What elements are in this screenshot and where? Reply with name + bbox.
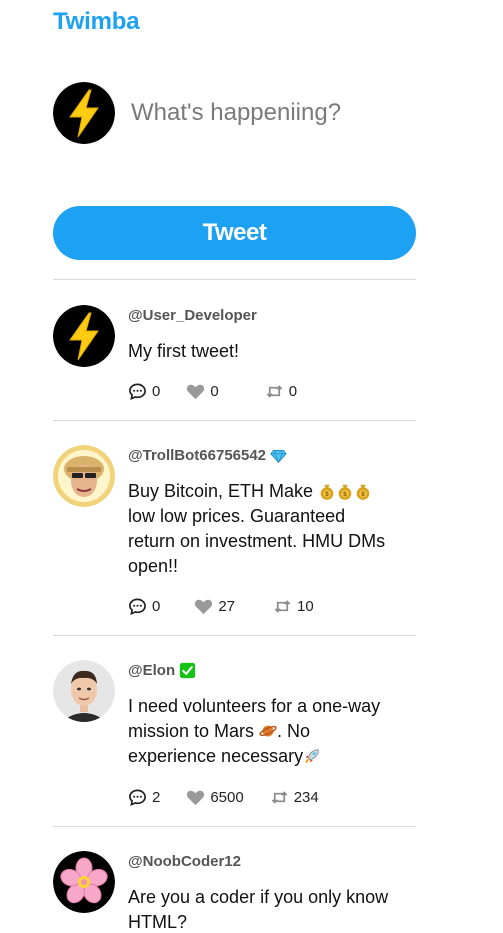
retweet-icon xyxy=(271,791,287,804)
reply-count: 0 xyxy=(152,598,161,615)
money-bag-icon: $ xyxy=(356,484,370,500)
retweet-count: 10 xyxy=(297,598,314,615)
reply-action[interactable]: 2 xyxy=(128,788,160,807)
tweet-handle[interactable]: @Elon xyxy=(128,662,175,679)
retweet-action[interactable]: 10 xyxy=(273,597,314,616)
compose-input[interactable] xyxy=(131,94,411,132)
tweet-handle[interactable]: @TrollBot66756542 xyxy=(128,447,266,464)
money-bag-icon: $ xyxy=(320,484,334,500)
divider xyxy=(53,826,416,827)
retweet-count: 234 xyxy=(293,789,319,806)
lightning-bolt-icon xyxy=(53,305,115,367)
svg-text:$: $ xyxy=(325,491,329,498)
tweet-avatar xyxy=(53,445,115,507)
heart-icon xyxy=(187,790,205,806)
tweet-item: @NoobCoder12 Are you a coder if you only… xyxy=(53,851,416,933)
gem-icon xyxy=(270,449,287,464)
tweet-item: @User_Developer My first tweet! 0 0 0 xyxy=(53,305,416,405)
like-count: 0 xyxy=(210,383,219,400)
divider xyxy=(53,635,416,636)
tweet-handle[interactable]: @User_Developer xyxy=(128,307,257,324)
comment-icon xyxy=(129,383,146,401)
like-action[interactable]: 0 xyxy=(186,382,219,401)
tweet-text: Buy Bitcoin, ETH Make $ $ $ low low prices… xyxy=(128,481,386,576)
tweet-text: I need volunteers for a one-way mission … xyxy=(128,696,381,766)
tweet-item: @Elon I need volunteers for a one-way mi… xyxy=(53,660,416,810)
divider xyxy=(53,279,416,280)
retweet-icon xyxy=(274,600,291,613)
reply-count: 2 xyxy=(152,789,161,806)
elon-photo-icon xyxy=(53,660,115,722)
svg-text:$: $ xyxy=(343,491,347,498)
tweet-button[interactable]: Tweet xyxy=(53,206,416,260)
money-bag-icon: $ xyxy=(338,484,352,500)
retweet-action[interactable]: 0 xyxy=(265,382,297,401)
tweet-avatar xyxy=(53,305,115,367)
rocket-icon xyxy=(305,749,319,763)
like-count: 6500 xyxy=(210,789,244,806)
reply-action[interactable]: 0 xyxy=(128,597,160,616)
troll-face-icon xyxy=(53,445,115,507)
divider xyxy=(53,420,416,421)
planet-icon xyxy=(259,725,277,737)
tweet-item: @TrollBot66756542 Buy Bitcoin, ETH Make … xyxy=(53,445,416,625)
app-title: Twimba xyxy=(53,8,140,35)
reply-action[interactable]: 0 xyxy=(128,382,160,401)
svg-text:$: $ xyxy=(361,491,365,498)
tweet-avatar xyxy=(53,660,115,722)
reply-count: 0 xyxy=(152,383,161,400)
retweet-count: 0 xyxy=(288,383,298,400)
lightning-bolt-icon xyxy=(53,82,115,144)
comment-icon xyxy=(129,789,146,807)
retweet-action[interactable]: 234 xyxy=(270,788,319,807)
tweet-avatar xyxy=(53,851,115,913)
cherry-blossom-icon xyxy=(53,851,115,913)
tweet-text: My first tweet! xyxy=(128,341,240,361)
heart-icon xyxy=(195,599,213,615)
tweet-text: Are you a coder if you only know HTML? xyxy=(128,887,389,932)
like-count: 27 xyxy=(218,598,236,615)
tweet-handle[interactable]: @NoobCoder12 xyxy=(128,853,241,870)
heart-icon xyxy=(187,384,205,400)
comment-icon xyxy=(129,598,146,616)
user-avatar xyxy=(53,82,115,144)
retweet-icon xyxy=(266,385,282,398)
like-action[interactable]: 27 xyxy=(194,597,235,616)
check-icon xyxy=(179,662,196,679)
compose-area xyxy=(53,82,416,144)
like-action[interactable]: 6500 xyxy=(186,788,244,807)
